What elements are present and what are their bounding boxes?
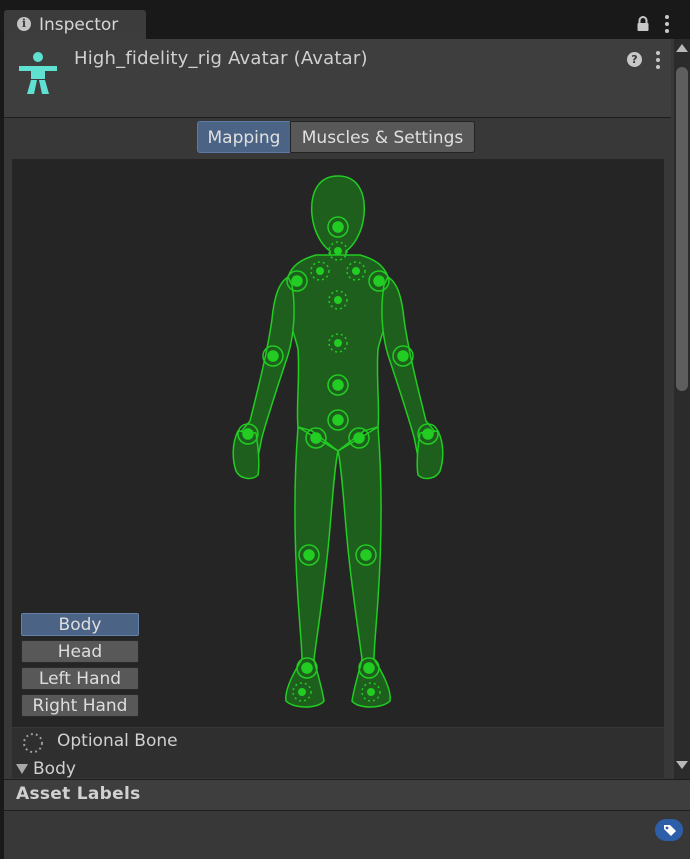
- component-menu-icon[interactable]: [655, 51, 661, 69]
- body-foldout-label[interactable]: Body: [33, 759, 76, 779]
- tab-muscles-settings[interactable]: Muscles & Settings: [290, 121, 475, 153]
- asset-labels-area: [4, 811, 690, 859]
- avatar-icon: [19, 52, 57, 94]
- window-menu-icon[interactable]: [664, 15, 670, 33]
- label-tag-icon[interactable]: [655, 819, 683, 841]
- scrollbar-thumb[interactable]: [676, 67, 688, 391]
- tab-mapping[interactable]: Mapping: [197, 121, 291, 153]
- body-part-button-body[interactable]: Body: [21, 613, 139, 636]
- body-part-button-head[interactable]: Head: [21, 640, 139, 663]
- info-icon: i: [17, 17, 31, 31]
- scroll-down-arrow-icon[interactable]: [676, 761, 688, 769]
- body-foldout-row[interactable]: [12, 756, 664, 778]
- scroll-up-arrow-icon[interactable]: [676, 44, 688, 52]
- tab-inspector[interactable]: i Inspector: [4, 10, 146, 39]
- tab-inspector-label: Inspector: [39, 15, 119, 35]
- optional-bone-icon: [23, 733, 43, 753]
- body-part-button-left-hand[interactable]: Left Hand: [21, 667, 139, 690]
- asset-title: High_fidelity_rig Avatar (Avatar): [74, 48, 368, 69]
- help-icon[interactable]: ?: [627, 52, 642, 67]
- foldout-arrow-icon[interactable]: [16, 764, 28, 774]
- optional-bone-label: Optional Bone: [57, 731, 178, 751]
- asset-labels-title: Asset Labels: [16, 784, 141, 804]
- lock-icon[interactable]: [636, 16, 650, 32]
- mode-tabs: Mapping Muscles & Settings: [197, 121, 475, 155]
- body-part-button-right-hand[interactable]: Right Hand: [21, 694, 139, 717]
